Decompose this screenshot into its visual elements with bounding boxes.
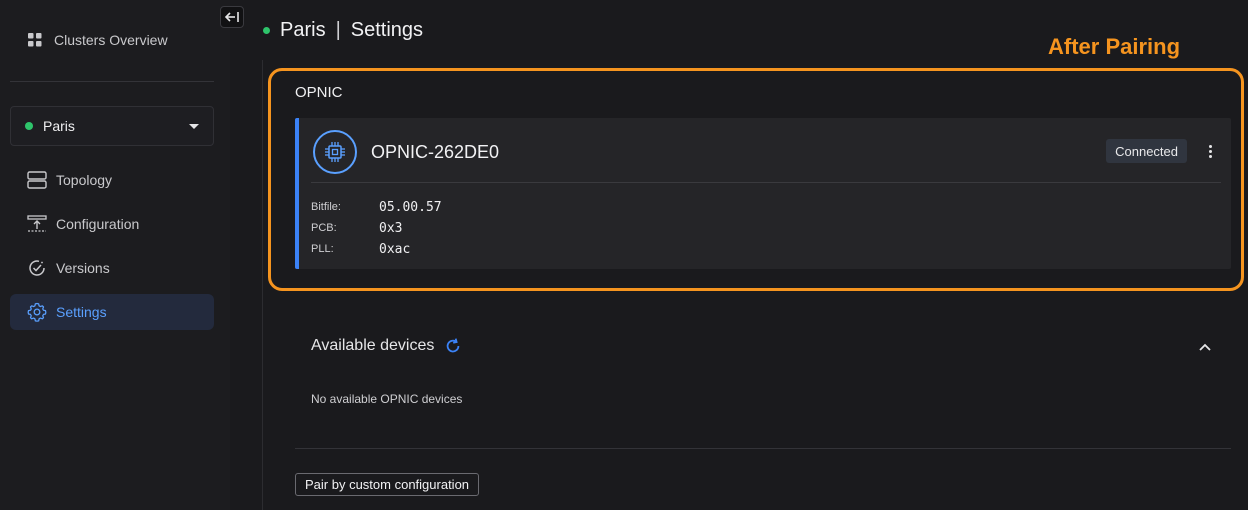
available-devices-title: Available devices [311, 337, 435, 354]
property-value: 0xac [379, 241, 411, 257]
gear-icon [26, 301, 48, 323]
sidebar: Clusters Overview Paris Topology Configu… [0, 0, 230, 510]
property-value: 05.00.57 [379, 199, 442, 215]
sidebar-divider [10, 81, 214, 82]
sidebar-nav: Topology Configuration Versions Settings [10, 162, 214, 338]
device-card: OPNIC-262DE0 Connected Bitfile: 05.00.57… [295, 118, 1231, 269]
empty-state-text: No available OPNIC devices [311, 392, 463, 406]
clusters-overview-link[interactable]: Clusters Overview [28, 30, 168, 50]
header-page-name: Settings [350, 18, 424, 41]
device-name: OPNIC-262DE0 [371, 142, 500, 162]
property-key: PCB: [311, 222, 337, 234]
sidebar-item-label: Topology [56, 172, 113, 188]
cluster-select-value: Paris [43, 118, 75, 134]
sidebar-item-topology[interactable]: Topology [10, 162, 214, 198]
sidebar-item-versions[interactable]: Versions [10, 250, 214, 286]
caret-down-icon [189, 123, 199, 129]
property-value: 0x3 [379, 220, 403, 236]
annotation-label: After Pairing [1048, 34, 1181, 59]
more-options-icon[interactable] [1203, 142, 1217, 160]
property-key: PLL: [311, 243, 334, 255]
clusters-overview-label: Clusters Overview [54, 32, 168, 48]
property-row-pcb: PCB: 0x3 [311, 218, 402, 238]
versions-icon [26, 257, 48, 279]
cluster-select[interactable]: Paris [10, 106, 214, 146]
header-separator: | [335, 18, 341, 41]
sidebar-item-label: Versions [56, 260, 110, 276]
content-divider [262, 60, 263, 510]
status-badge: Connected [1106, 139, 1187, 163]
refresh-icon[interactable] [444, 337, 462, 355]
collapse-left-icon [224, 12, 239, 22]
sidebar-item-label: Configuration [56, 216, 140, 232]
available-devices-header: Available devices [311, 335, 462, 357]
topology-icon [26, 169, 48, 191]
sidebar-item-settings[interactable]: Settings [10, 294, 214, 330]
chip-icon [313, 130, 357, 174]
property-row-bitfile: Bitfile: 05.00.57 [311, 197, 442, 217]
opnic-section-title: OPNIC [295, 84, 343, 101]
grid-icon [28, 33, 42, 47]
property-row-pll: PLL: 0xac [311, 239, 410, 259]
pair-custom-configuration-button[interactable]: Pair by custom configuration [295, 473, 480, 496]
page-title: Paris | Settings [263, 18, 423, 42]
header-cluster-name: Paris [280, 18, 326, 41]
cluster-status-dot [263, 26, 270, 34]
app-root: Clusters Overview Paris Topology Configu… [0, 0, 1248, 510]
collapse-sidebar-button[interactable] [220, 6, 244, 28]
sidebar-item-configuration[interactable]: Configuration [10, 206, 214, 242]
configuration-icon [26, 213, 48, 235]
card-divider [311, 182, 1221, 183]
chevron-up-icon[interactable] [1196, 338, 1214, 356]
section-divider [295, 448, 1231, 449]
cluster-status-dot [25, 122, 33, 130]
sidebar-item-label: Settings [56, 304, 107, 320]
property-key: Bitfile: [311, 201, 341, 213]
